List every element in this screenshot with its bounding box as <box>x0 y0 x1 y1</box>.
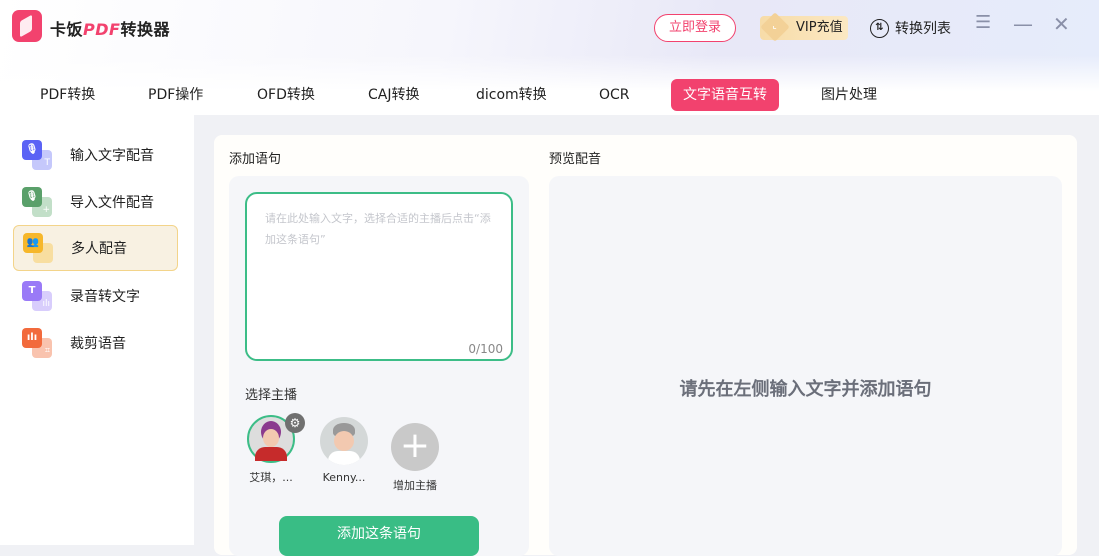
add-anchor-button[interactable]: + 增加主播 <box>380 423 450 493</box>
add-sentence-title: 添加语句 <box>229 152 282 167</box>
settings-icon[interactable]: ⚙ <box>285 413 305 433</box>
tab-pdf-convert[interactable]: PDF转换 <box>28 79 107 111</box>
text-icon: Tılı <box>22 281 52 311</box>
sidebar: 🎙 T 输入文字配音 🎙 + 导入文件配音 👥 多人配音 Tılı 录音转文字 ılı ⌗ 裁剪… <box>0 115 194 545</box>
add-sentence-button[interactable]: 添加这条语句 <box>279 516 479 556</box>
sidebar-item-file-dubbing[interactable]: 🎙 + 导入文件配音 <box>13 179 178 225</box>
empty-state-text: 请先在左侧输入文字并添加语句 <box>679 379 932 400</box>
anchor-aiqi[interactable]: ⚙ 艾琪，... <box>236 413 306 485</box>
tab-image[interactable]: 图片处理 <box>809 79 889 111</box>
char-count: 0/100 <box>468 342 503 356</box>
tab-caj[interactable]: CAJ转换 <box>356 79 431 111</box>
sort-icon: ⇅ <box>870 18 889 38</box>
sidebar-item-speech-to-text[interactable]: Tılı 录音转文字 <box>13 273 178 319</box>
sidebar-item-label: 输入文字配音 <box>70 148 154 164</box>
vip-label: VIP充值 <box>796 20 843 35</box>
tab-pdf-operate[interactable]: PDF操作 <box>136 79 215 111</box>
anchor-kenny[interactable]: Kenny... <box>309 417 379 484</box>
tab-ocr[interactable]: OCR <box>587 79 642 111</box>
sidebar-item-label: 录音转文字 <box>70 289 140 305</box>
diamond-icon: ⌄ <box>760 12 790 42</box>
avatar: ⚙ <box>247 413 305 463</box>
conversion-list-label: 转换列表 <box>895 21 951 37</box>
anchor-name: Kenny... <box>322 471 366 484</box>
brand-suffix: 转换器 <box>120 20 170 39</box>
close-button[interactable]: ✕ <box>1053 12 1070 36</box>
people-icon: 👥 <box>23 233 53 263</box>
tab-ofd[interactable]: OFD转换 <box>245 79 327 111</box>
select-anchor-label: 选择主播 <box>245 388 298 403</box>
preview-panel: 请先在左侧输入文字并添加语句 <box>549 176 1062 556</box>
sidebar-item-multi-dubbing[interactable]: 👥 多人配音 <box>13 225 178 271</box>
tab-text-speech[interactable]: 文字语音互转 <box>671 79 779 111</box>
sentence-input[interactable] <box>265 208 493 318</box>
sidebar-item-text-dubbing[interactable]: 🎙 T 输入文字配音 <box>13 132 178 178</box>
plus-icon: + <box>391 423 439 471</box>
conversion-list-button[interactable]: ⇅ 转换列表 <box>870 18 951 38</box>
vip-button[interactable]: ⌄ VIP充值 <box>760 12 848 42</box>
add-anchor-label: 增加主播 <box>393 479 437 492</box>
brand-pdf: PDF <box>83 20 121 39</box>
sidebar-item-label: 导入文件配音 <box>70 195 154 211</box>
preview-title: 预览配音 <box>549 152 602 167</box>
app-logo <box>12 10 42 42</box>
sidebar-item-label: 多人配音 <box>71 241 127 257</box>
avatar <box>320 417 368 465</box>
brand-prefix: 卡饭 <box>50 20 84 39</box>
import-microphone-icon: 🎙 + <box>22 187 52 217</box>
login-button[interactable]: 立即登录 <box>654 14 736 42</box>
text-input-box: 0/100 <box>245 192 513 361</box>
main-tabs: PDF转换 PDF操作 OFD转换 CAJ转换 dicom转换 OCR 文字语音… <box>0 79 1000 111</box>
app-title: 卡饭PDF转换器 <box>50 16 170 40</box>
minimize-button[interactable]: — <box>1013 12 1033 36</box>
tab-dicom[interactable]: dicom转换 <box>464 79 559 111</box>
sidebar-item-label: 裁剪语音 <box>70 336 126 352</box>
microphone-icon: 🎙 T <box>22 140 52 170</box>
menu-icon[interactable]: ☰ <box>975 12 991 33</box>
waveform-icon: ılı ⌗ <box>22 328 52 358</box>
anchor-name: 艾琪，... <box>249 471 293 484</box>
sidebar-item-trim-audio[interactable]: ılı ⌗ 裁剪语音 <box>13 320 178 366</box>
